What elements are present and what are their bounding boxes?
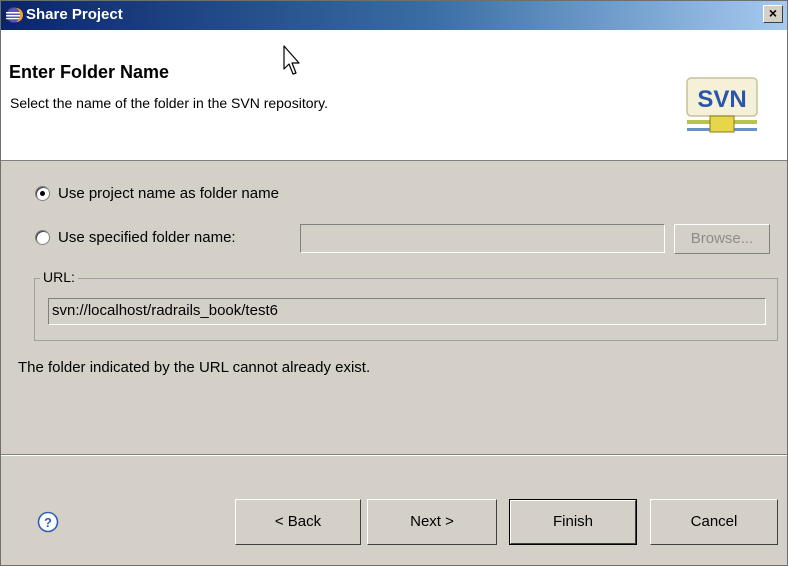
page-title: Enter Folder Name	[9, 62, 170, 82]
use-specified-name-radio[interactable]	[35, 230, 50, 245]
svn-logo-icon: SVN	[686, 77, 758, 133]
wizard-header: Enter Folder Name Select the name of the…	[1, 30, 787, 161]
folder-name-input[interactable]	[300, 224, 665, 253]
info-message: The folder indicated by the URL cannot a…	[18, 359, 371, 376]
title-bar[interactable]: Share Project ×	[1, 1, 787, 30]
url-group: URL: svn://localhost/radrails_book/test6	[34, 269, 778, 341]
next-button[interactable]: Next >	[367, 499, 497, 545]
url-legend: URL:	[40, 269, 78, 285]
finish-button[interactable]: Finish	[509, 499, 637, 545]
page-description: Select the name of the folder in the SVN…	[10, 95, 329, 111]
use-project-name-label: Use project name as folder name	[58, 185, 279, 202]
close-button[interactable]: ×	[763, 5, 783, 23]
eclipse-icon	[6, 7, 23, 23]
mouse-cursor-icon	[283, 45, 300, 75]
wizard-body: Use project name as folder name Use spec…	[1, 161, 787, 454]
footer-separator	[1, 454, 787, 456]
use-specified-name-option[interactable]: Use specified folder name:	[35, 229, 236, 246]
use-project-name-option[interactable]: Use project name as folder name	[35, 185, 279, 202]
share-project-dialog: Share Project × Enter Folder Name Select…	[0, 0, 788, 566]
svg-text:?: ?	[44, 515, 52, 530]
url-field[interactable]: svn://localhost/radrails_book/test6	[48, 298, 766, 325]
window-title: Share Project	[26, 6, 123, 23]
use-specified-name-label: Use specified folder name:	[58, 229, 236, 246]
svn-logo-text: SVN	[697, 86, 746, 113]
close-icon: ×	[768, 5, 778, 21]
use-project-name-radio[interactable]	[35, 186, 50, 201]
back-button[interactable]: < Back	[235, 499, 361, 545]
browse-button[interactable]: Browse...	[674, 224, 770, 254]
help-icon[interactable]: ?	[37, 511, 59, 533]
cancel-button[interactable]: Cancel	[650, 499, 778, 545]
